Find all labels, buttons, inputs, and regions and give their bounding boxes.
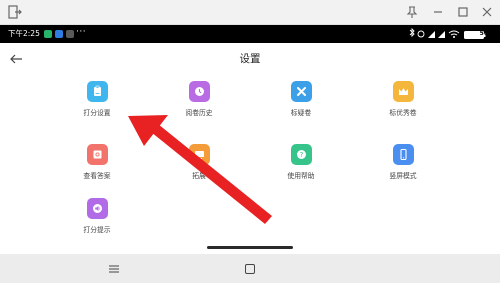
navigation-bar [0, 254, 500, 283]
app-header: 设置 [0, 43, 500, 75]
notification-icon [55, 30, 63, 38]
help-icon: ? [290, 144, 312, 165]
close-icon[interactable] [479, 4, 495, 20]
status-bar: 下午2:25 ··· 50 [0, 25, 500, 43]
settings-item-label: 竖屏模式 [389, 172, 417, 180]
bluetooth-icon [409, 27, 415, 38]
home-icon[interactable] [244, 263, 256, 275]
settings-item-view-answers[interactable]: 查看答案 [42, 138, 152, 181]
settings-item-mark-excellent[interactable]: 标优秀卷 [348, 75, 458, 118]
menu-icon[interactable] [108, 263, 120, 275]
settings-item-label: 使用帮助 [287, 172, 315, 180]
settings-item-portrait-mode[interactable]: 竖屏模式 [348, 138, 458, 181]
settings-item-label: 阅卷历史 [185, 109, 213, 117]
history-icon [188, 81, 210, 102]
settings-item-mark-questionable[interactable]: 标疑卷 [246, 75, 356, 118]
settings-item-score-prompt[interactable]: 打分提示 [42, 192, 152, 235]
maximize-icon[interactable] [455, 4, 471, 20]
svg-text:?: ? [299, 151, 303, 159]
notification-icon [44, 30, 52, 38]
emulator-title-bar [0, 0, 500, 25]
more-notifications: ··· [76, 27, 87, 37]
settings-item-label: 标优秀卷 [389, 109, 417, 117]
settings-item-label: 打分设置 [83, 109, 111, 117]
wifi-icon [448, 30, 460, 36]
pin-icon[interactable] [404, 4, 420, 20]
crown-icon [392, 81, 414, 102]
alarm-icon [417, 30, 425, 38]
settings-item-expand[interactable]: 拓展 [144, 138, 254, 181]
status-time: 下午2:25 [8, 29, 40, 38]
settings-item-label: 打分提示 [83, 226, 111, 234]
settings-item-help[interactable]: ? 使用帮助 [246, 138, 356, 181]
notification-icon [66, 30, 74, 38]
sound-icon [86, 198, 108, 219]
cross-icon [290, 81, 312, 102]
clipboard-icon [86, 81, 108, 102]
signal-icon [438, 31, 445, 38]
settings-item-grading-history[interactable]: 阅卷历史 [144, 75, 254, 118]
monitor-icon [188, 144, 210, 165]
settings-item-label: 标疑卷 [290, 109, 312, 117]
battery-level: 50 [479, 30, 488, 37]
minimize-icon[interactable] [430, 4, 446, 20]
signal-icon [428, 31, 435, 38]
page-title: 设置 [239, 53, 261, 65]
answer-icon [86, 144, 108, 165]
settings-item-score-settings[interactable]: 打分设置 [42, 75, 152, 118]
settings-item-label: 查看答案 [83, 172, 111, 180]
emulator-app-icon[interactable] [6, 4, 22, 20]
phone-icon [392, 144, 414, 165]
settings-item-label: 拓展 [192, 172, 206, 180]
home-indicator[interactable] [207, 246, 293, 249]
